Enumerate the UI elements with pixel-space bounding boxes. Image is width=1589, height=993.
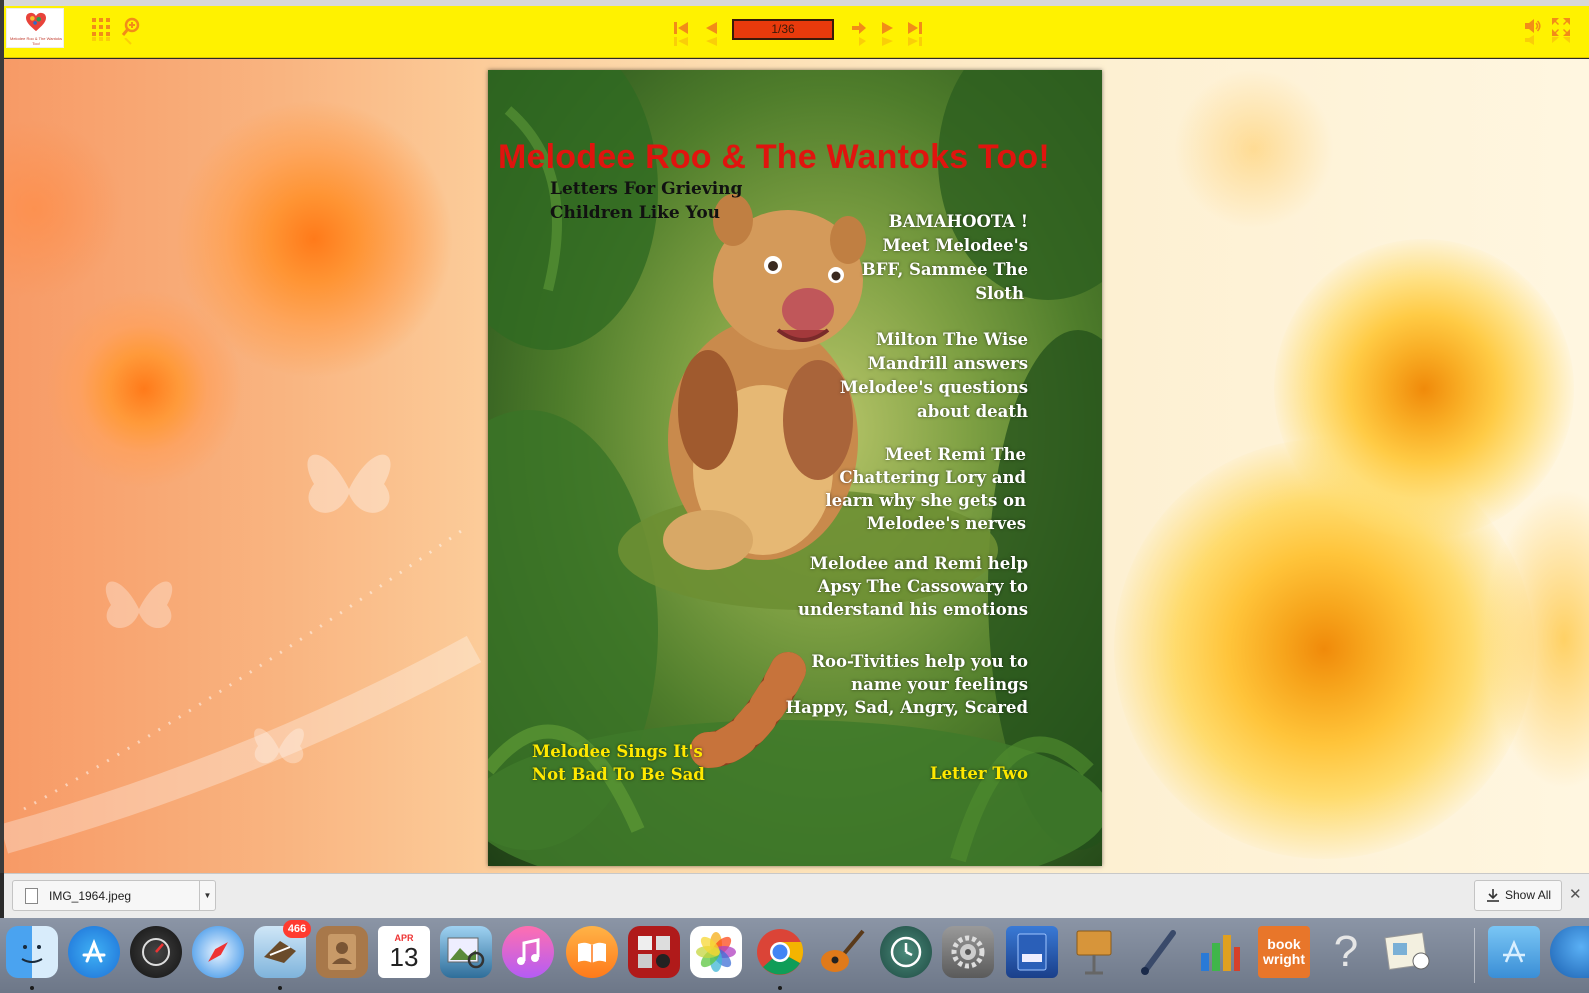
contacts-icon[interactable] bbox=[316, 926, 368, 978]
bookwright-label: book bbox=[1267, 936, 1301, 952]
cover-blurb-rootivities: Roo-Tivities help you to name your feeli… bbox=[786, 650, 1028, 719]
download-icon bbox=[1487, 889, 1499, 902]
cover-blurb-apsy: Melodee and Remi help Apsy The Cassowary… bbox=[798, 552, 1028, 621]
blurb-line: Melodee and Remi help bbox=[809, 554, 1028, 573]
cover-title: Melodee Roo & The Wantoks Too! bbox=[498, 138, 1050, 176]
running-indicator bbox=[278, 986, 282, 990]
flipbook-toolbar: Melodee Roo & The Wantoks Too! 1/36 bbox=[4, 6, 1589, 58]
close-icon[interactable]: ✕ bbox=[1569, 885, 1582, 903]
script-editor-icon[interactable] bbox=[1132, 926, 1184, 978]
download-bar: IMG_1964.jpeg ▼ Show All ✕ bbox=[4, 873, 1589, 918]
finder-icon[interactable] bbox=[6, 926, 58, 978]
bookwright-label: wright bbox=[1263, 951, 1305, 967]
sound-icon[interactable] bbox=[1522, 18, 1544, 56]
bookwright-icon[interactable]: book wright bbox=[1258, 926, 1310, 978]
zoom-icon[interactable] bbox=[120, 17, 142, 55]
fullscreen-icon[interactable] bbox=[1550, 18, 1572, 56]
cover-blurb-remi: Meet Remi The Chattering Lory and learn … bbox=[825, 443, 1026, 535]
dock: 466 APR 13 book wright ? bbox=[0, 918, 1589, 993]
blurb-line: Melodee Sings It's bbox=[532, 742, 703, 761]
cover-subtitle: Letters For Grieving Children Like You bbox=[550, 177, 750, 225]
blurb-line: Mandrill answers bbox=[867, 354, 1028, 373]
photo-booth-icon[interactable] bbox=[628, 926, 680, 978]
cover-blurb-milton: Milton The Wise Mandrill answers Melodee… bbox=[840, 328, 1028, 424]
blurb-line: learn why she gets on bbox=[825, 491, 1026, 510]
blurb-line: Chattering Lory and bbox=[839, 468, 1026, 487]
running-indicator bbox=[778, 986, 782, 990]
blurb-line: Apsy The Cassowary to bbox=[817, 577, 1028, 596]
background-flower bbox=[4, 119, 124, 299]
previous-page-icon[interactable] bbox=[700, 20, 722, 58]
blurb-line: Milton The Wise bbox=[876, 330, 1028, 349]
page-number-input[interactable]: 1/36 bbox=[732, 19, 834, 40]
blurb-line: Roo-Tivities help you to bbox=[811, 652, 1028, 671]
blurb-line: Meet Remi The bbox=[884, 445, 1026, 464]
chevron-down-icon[interactable]: ▼ bbox=[199, 881, 215, 910]
logo[interactable]: Melodee Roo & The Wantoks Too! bbox=[6, 8, 64, 48]
magazine-cover-page[interactable]: Melodee Roo & The Wantoks Too! Letters F… bbox=[488, 70, 1102, 866]
screen: Melodee Roo & The Wantoks Too! 1/36 Melo… bbox=[0, 0, 1589, 993]
network-globe-icon[interactable] bbox=[1550, 926, 1589, 978]
system-preferences-icon[interactable] bbox=[942, 926, 994, 978]
background-flower bbox=[44, 289, 244, 489]
last-page-icon[interactable] bbox=[904, 20, 926, 58]
charts-icon[interactable] bbox=[1194, 926, 1246, 978]
show-all-label: Show All bbox=[1505, 888, 1552, 902]
dock-separator bbox=[1474, 928, 1475, 983]
ibooks-icon[interactable] bbox=[566, 926, 618, 978]
cover-subtitle-line: Children Like You bbox=[550, 203, 721, 223]
blurb-line: Meet Melodee's bbox=[882, 236, 1028, 255]
calendar-day: 13 bbox=[389, 942, 419, 972]
cover-issue-label: Letter Two bbox=[930, 764, 1028, 783]
dashboard-icon[interactable] bbox=[130, 926, 182, 978]
download-file-name: IMG_1964.jpeg bbox=[49, 889, 132, 903]
running-indicator bbox=[30, 986, 34, 990]
logo-caption: Melodee Roo & The Wantoks Too! bbox=[9, 36, 63, 46]
preview-3d-icon[interactable] bbox=[1382, 926, 1434, 978]
first-page-icon[interactable] bbox=[670, 20, 692, 58]
safari-icon[interactable] bbox=[192, 926, 244, 978]
chrome-icon[interactable] bbox=[754, 926, 806, 978]
cover-blurb-sammee: BAMAHOOTA ! Meet Melodee's BFF, Sammee T… bbox=[862, 210, 1028, 306]
file-icon bbox=[25, 888, 38, 904]
background-flower bbox=[1174, 69, 1334, 229]
preview-icon[interactable] bbox=[440, 926, 492, 978]
time-machine-icon[interactable] bbox=[880, 926, 932, 978]
blurb-line: name your feelings bbox=[851, 675, 1028, 694]
show-all-button[interactable]: Show All bbox=[1474, 880, 1562, 911]
window-left-edge bbox=[0, 0, 4, 873]
play-icon[interactable] bbox=[876, 20, 898, 58]
help-question-icon[interactable]: ? bbox=[1320, 926, 1372, 978]
background-flower bbox=[1274, 239, 1574, 539]
cover-blurb-song: Melodee Sings It's Not Bad To Be Sad bbox=[532, 740, 705, 786]
blurb-line: Sloth bbox=[975, 284, 1024, 303]
next-page-icon[interactable] bbox=[848, 20, 870, 58]
cover-subtitle-line: Letters For Grieving bbox=[550, 179, 743, 199]
blurb-line: understand his emotions bbox=[797, 600, 1028, 619]
keynote-icon[interactable] bbox=[1068, 926, 1120, 978]
mail-unread-badge: 466 bbox=[283, 920, 311, 938]
download-item[interactable]: IMG_1964.jpeg ▼ bbox=[12, 880, 216, 911]
sparkle-trail bbox=[4, 527, 482, 854]
itunes-icon[interactable] bbox=[502, 926, 554, 978]
blurb-line: Happy, Sad, Angry, Scared bbox=[785, 698, 1028, 717]
blurb-line: Not Bad To Be Sad bbox=[532, 765, 705, 784]
heart-logo-icon bbox=[26, 12, 46, 32]
garageband-icon[interactable] bbox=[816, 926, 868, 978]
thumbnails-icon[interactable] bbox=[90, 18, 112, 56]
app-store-icon[interactable] bbox=[68, 926, 120, 978]
blurb-line: BFF, Sammee The bbox=[861, 260, 1028, 279]
applications-folder-icon[interactable] bbox=[1488, 926, 1540, 978]
blurb-line: Melodee's questions bbox=[839, 378, 1028, 397]
calendar-icon[interactable]: APR 13 bbox=[378, 926, 430, 978]
blurb-line: about death bbox=[917, 402, 1028, 421]
eflip-professional-icon[interactable] bbox=[1006, 926, 1058, 978]
blurb-line: BAMAHOOTA ! bbox=[888, 212, 1028, 231]
photos-icon[interactable] bbox=[690, 926, 742, 978]
blurb-line: Melodee's nerves bbox=[866, 514, 1026, 533]
